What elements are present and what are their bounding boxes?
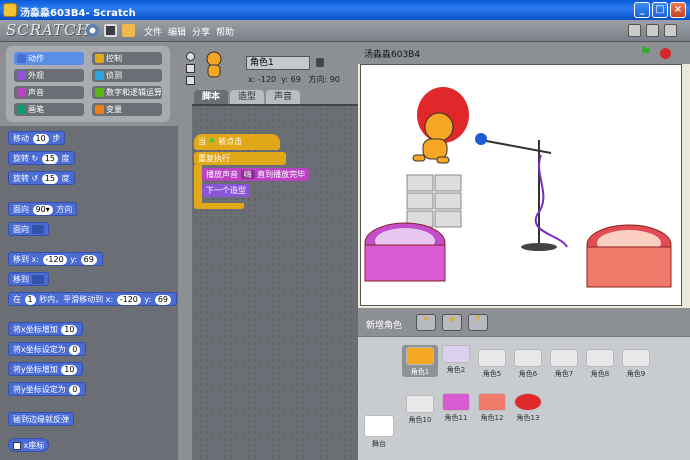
new-sprite-label: 新增角色 — [366, 321, 403, 331]
sprite-position: x: -120 y: 69 方向: 90 — [248, 75, 340, 84]
sprite-thumb-12[interactable]: 角色12 — [474, 393, 510, 423]
random-sprite-icon[interactable]: ? — [468, 314, 488, 331]
checkbox-icon[interactable] — [13, 441, 21, 450]
cat-sprite[interactable] — [412, 87, 469, 164]
sprite-thumb-2[interactable]: 角色2 — [438, 345, 474, 375]
close-button[interactable]: × — [670, 2, 686, 18]
sprite-info: 角色1 x: -120 y: 69 方向: 90 — [178, 42, 358, 90]
scratch-logo: SCRATCH — [6, 21, 91, 39]
sprite-name-input[interactable]: 角色1 — [246, 56, 310, 70]
drum-left — [364, 222, 446, 282]
sprite-thumb-7[interactable]: 角色7 — [546, 349, 582, 379]
sprite-thumb-6[interactable]: 角色6 — [510, 349, 546, 379]
sprite-thumb-10[interactable]: 角色10 — [402, 395, 438, 425]
block-play-sound-until-done[interactable]: 播放声音 嗨 直到播放完毕 — [202, 168, 310, 181]
stage-header: 汤淼淼603B4 ⚑ — [358, 42, 690, 64]
menu-edit[interactable]: 编辑 — [168, 25, 186, 38]
sprite-thumb-1[interactable]: 角色1 — [402, 345, 438, 377]
forever-bottom — [194, 203, 244, 209]
save-icon[interactable] — [104, 24, 117, 37]
menu-file[interactable]: 文件 — [144, 25, 162, 38]
brick-stack — [406, 174, 462, 228]
microphone-stand — [475, 133, 568, 251]
drum-right — [586, 224, 672, 288]
maximize-button[interactable]: □ — [652, 2, 668, 18]
block-palette-panel: 动作 控制 外观 侦测 声音 数字和逻辑运算 画笔 变量 移动 10 步 旋转 … — [0, 42, 178, 460]
sprite-thumb-11[interactable]: 角色11 — [438, 393, 474, 423]
rotate-style-icon[interactable] — [186, 52, 195, 61]
block-change-y[interactable]: 将y坐标增加 10 — [8, 362, 84, 376]
title-bar: 汤淼淼603B4- Scratch _ □ × — [0, 0, 690, 20]
menu-help[interactable]: 帮助 — [216, 25, 234, 38]
category-control[interactable]: 控制 — [92, 52, 162, 65]
block-goto-xy[interactable]: 移到 x: -120 y: 69 — [8, 252, 103, 266]
green-flag-icon: ⚑ — [208, 137, 216, 146]
stage[interactable] — [360, 64, 682, 306]
category-sensing[interactable]: 侦测 — [92, 69, 162, 82]
blocks-list: 移动 10 步 旋转 ↻ 15 度 旋转 ↺ 15 度 面向 90▾ 方向 面向… — [0, 126, 178, 460]
scratch-cat-icon — [3, 3, 17, 17]
sprite-list: 角色1 角色2 角色5 角色6 角色7 角色8 角色9 角色10 角色11 角色… — [358, 336, 690, 460]
category-operators[interactable]: 数字和逻辑运算 — [92, 86, 162, 99]
project-title: 汤淼淼603B4 — [364, 50, 421, 60]
no-rotate-icon[interactable] — [186, 76, 195, 85]
flip-style-icon[interactable] — [186, 64, 195, 73]
block-turn-left[interactable]: 旋转 ↺ 15 度 — [8, 171, 75, 185]
block-goto[interactable]: 移到 — [8, 272, 49, 286]
tab-costumes[interactable]: 造型 — [230, 90, 265, 104]
block-set-y[interactable]: 将y坐标设定为 0 — [8, 382, 87, 396]
small-stage-icon[interactable] — [628, 24, 641, 37]
block-set-x[interactable]: 将x坐标设定为 0 — [8, 342, 87, 356]
category-pen[interactable]: 画笔 — [14, 103, 84, 116]
menu-share[interactable]: 分享 — [192, 25, 210, 38]
new-sprite-bar: 新增角色 ✦ ★ ? — [358, 308, 690, 336]
stage-thumb[interactable]: 舞台 — [362, 415, 396, 449]
sprite-thumb-5[interactable]: 角色5 — [474, 349, 510, 379]
presentation-mode-icon[interactable] — [664, 24, 677, 37]
paint-new-sprite-icon[interactable]: ✦ — [416, 314, 436, 331]
lock-icon[interactable] — [316, 58, 324, 67]
tab-sounds[interactable]: 声音 — [266, 90, 301, 104]
forever-arm — [194, 165, 202, 205]
stop-icon[interactable] — [660, 48, 671, 59]
script-canvas[interactable]: 当 ⚑ 被点击 重复执行 播放声音 嗨 直到播放完毕 下一个造型 — [192, 104, 358, 460]
minimize-button[interactable]: _ — [634, 2, 650, 18]
block-forever[interactable]: 重复执行 — [194, 152, 286, 165]
category-sound[interactable]: 声音 — [14, 86, 84, 99]
category-selector: 动作 控制 外观 侦测 声音 数字和逻辑运算 画笔 变量 — [6, 46, 170, 122]
block-change-x[interactable]: 将x坐标增加 10 — [8, 322, 84, 336]
category-looks[interactable]: 外观 — [14, 69, 84, 82]
menu-bar: SCRATCH 文件 编辑 分享 帮助 — [0, 20, 690, 42]
block-bounce[interactable]: 碰到边缘就反弹 — [8, 412, 74, 426]
share-icon[interactable] — [122, 24, 135, 37]
star-sprite-icon[interactable]: ★ — [442, 314, 462, 331]
normal-stage-icon[interactable] — [646, 24, 659, 37]
scripts-panel: 角色1 x: -120 y: 69 方向: 90 脚本 造型 声音 当 ⚑ 被点… — [178, 42, 358, 460]
stage-scene — [364, 87, 672, 288]
block-glide[interactable]: 在 1 秒内，平滑移动到 x: -120 y: 69 — [8, 292, 178, 306]
block-next-costume[interactable]: 下一个造型 — [202, 184, 250, 197]
sprite-thumbnail — [206, 51, 222, 78]
block-when-flag-clicked[interactable]: 当 ⚑ 被点击 — [194, 134, 280, 150]
block-move[interactable]: 移动 10 步 — [8, 131, 66, 145]
block-x-position[interactable]: x座标 — [8, 438, 50, 452]
sprite-thumb-8[interactable]: 角色8 — [582, 349, 618, 379]
block-turn-right[interactable]: 旋转 ↻ 15 度 — [8, 151, 75, 165]
sprite-thumb-9[interactable]: 角色9 — [618, 349, 654, 379]
window-title: 汤淼淼603B4- Scratch — [20, 8, 136, 19]
block-point-towards[interactable]: 面向 — [8, 222, 49, 236]
tab-scripts[interactable]: 脚本 — [194, 90, 229, 104]
flag-icon[interactable]: ⚑ — [640, 45, 652, 60]
category-variables[interactable]: 变量 — [92, 103, 162, 116]
block-point-direction[interactable]: 面向 90▾ 方向 — [8, 202, 78, 216]
globe-icon[interactable] — [86, 24, 99, 37]
category-motion[interactable]: 动作 — [14, 52, 84, 65]
sprite-thumb-13[interactable]: 角色13 — [510, 393, 546, 423]
